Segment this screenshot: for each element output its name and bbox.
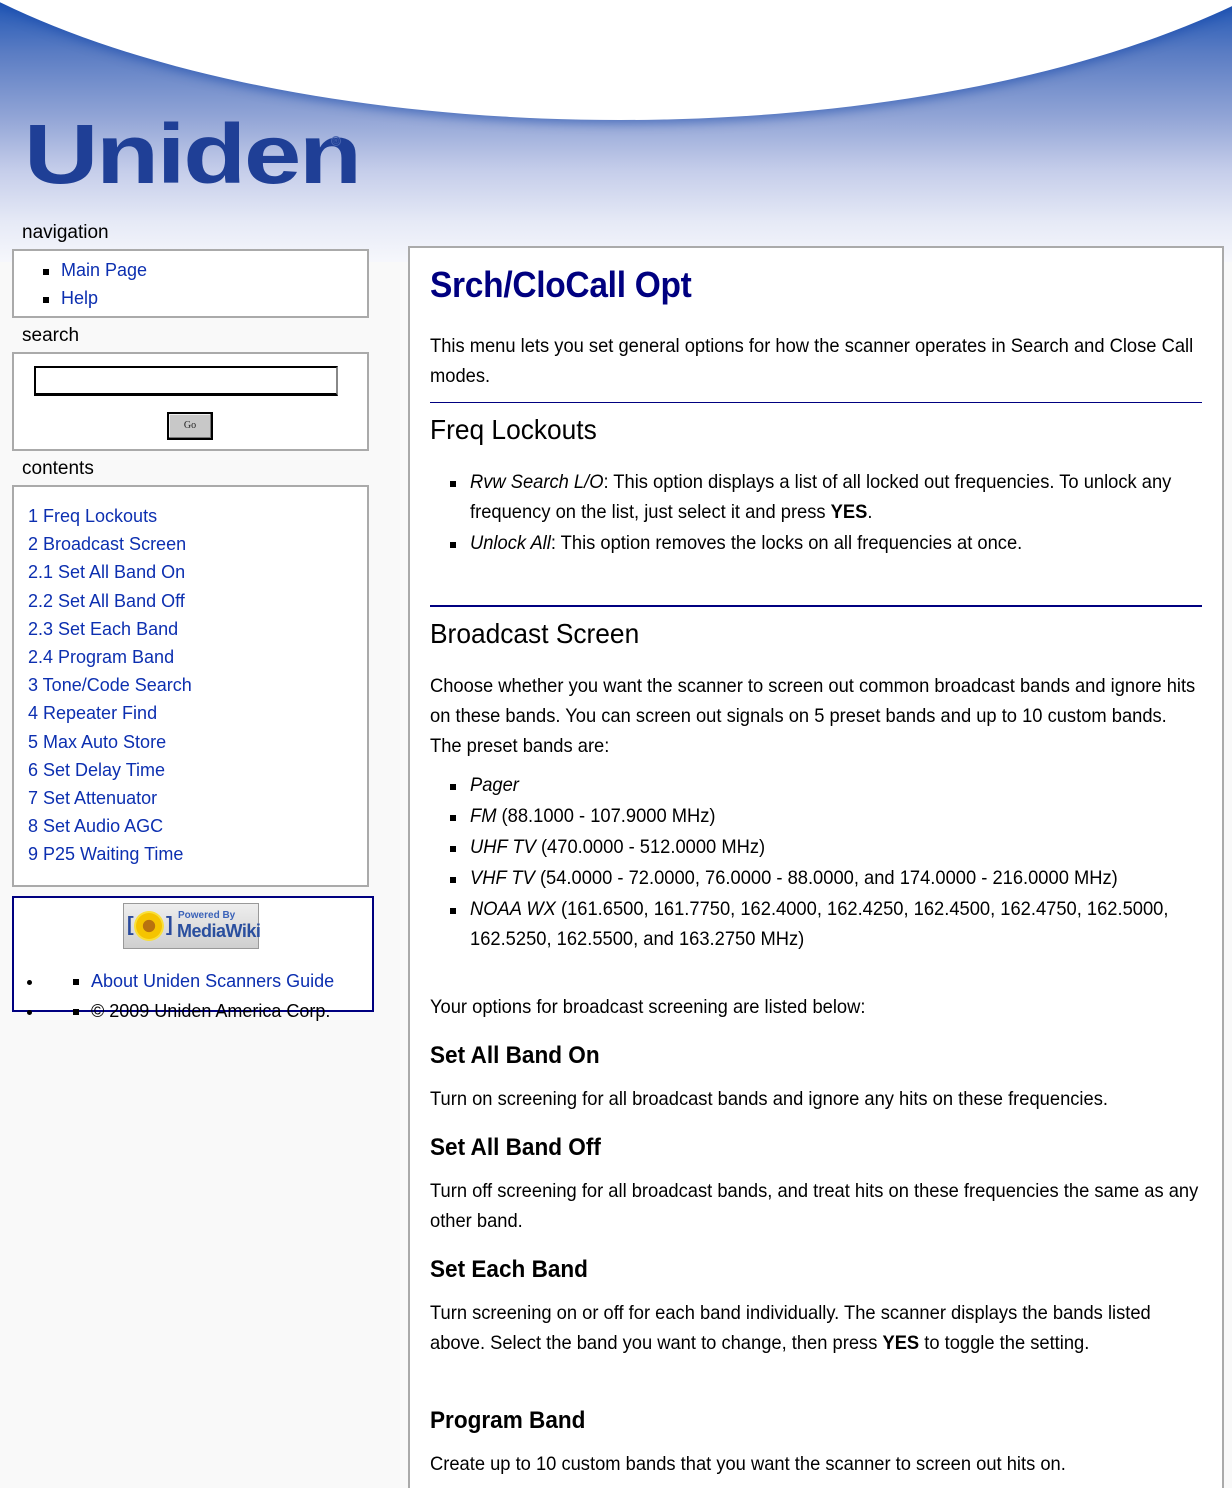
preset-bands-list: Pager FM (88.1000 - 107.9000 MHz) UHF TV…	[430, 770, 1202, 954]
toc-item: 9 P25 Waiting Time	[28, 840, 367, 868]
list-item: Rvw Search L/O: This option displays a l…	[430, 467, 1202, 527]
toc-item: 2 Broadcast Screen	[28, 530, 367, 558]
yes-key: YES	[882, 1332, 920, 1354]
toc-link-set-delay-time[interactable]: 6 Set Delay Time	[28, 760, 165, 780]
search-title: search	[22, 325, 80, 346]
badge-bracket-right: ]	[166, 914, 173, 936]
program-band-text: Create up to 10 custom bands that you wa…	[430, 1453, 1066, 1475]
content-area: Srch/CloCall Opt This menu lets you set …	[408, 246, 1224, 1488]
search-input[interactable]	[34, 366, 338, 396]
sunflower-icon	[134, 911, 164, 941]
nav-item-main-page: Main Page	[14, 256, 367, 284]
help-link[interactable]: Help	[61, 288, 98, 308]
toc-link-set-attenuator[interactable]: 7 Set Attenuator	[28, 788, 157, 808]
nav-item-help: Help	[14, 284, 367, 312]
set-each-band-text: Turn screening on or off for each band i…	[430, 1298, 1201, 1358]
toc-item: 7 Set Attenuator	[28, 784, 367, 812]
footer-item-about: About Uniden Scanners Guide	[44, 966, 404, 996]
broadcast-screen-heading: Broadcast Screen	[430, 618, 640, 649]
search-portlet: Go	[12, 352, 369, 451]
about-link[interactable]: About Uniden Scanners Guide	[91, 971, 334, 991]
band-item: NOAA WX (161.6500, 161.7750, 162.4000, 1…	[430, 894, 1202, 954]
copyright-text: © 2009 Uniden America Corp.	[91, 1001, 331, 1021]
toc-item: 5 Max Auto Store	[28, 728, 367, 756]
option-text: : This option removes the locks on all f…	[550, 532, 1023, 554]
section-divider	[430, 402, 1202, 403]
footer-portlet: [ ] Powered By MediaWiki About Uniden Sc…	[12, 896, 374, 1021]
set-all-band-off-heading: Set All Band Off	[430, 1134, 601, 1161]
contents-title: contents	[22, 458, 94, 479]
section-divider	[430, 605, 1202, 607]
intro-paragraph: This menu lets you set general options f…	[430, 335, 1194, 387]
contents-list: 1 Freq Lockouts 2 Broadcast Screen 2.1 S…	[14, 487, 367, 869]
set-all-band-on-heading: Set All Band On	[430, 1042, 600, 1069]
navigation-title: navigation	[22, 222, 109, 243]
toc-link-max-auto-store[interactable]: 5 Max Auto Store	[28, 732, 166, 752]
go-button[interactable]: Go	[167, 412, 213, 440]
toc-link-set-each-band[interactable]: 2.3 Set Each Band	[28, 619, 178, 639]
band-item: UHF TV (470.0000 - 512.0000 MHz)	[430, 832, 1202, 862]
band-name: NOAA WX	[470, 898, 556, 920]
list-item: Unlock All: This option removes the lock…	[430, 528, 1202, 558]
freq-lockouts-heading: Freq Lockouts	[430, 414, 597, 445]
broadcast-intro: Choose whether you want the scanner to s…	[430, 675, 1196, 757]
toc-item: 6 Set Delay Time	[28, 756, 367, 784]
band-item: Pager	[430, 770, 1202, 800]
header-swoosh	[0, 0, 1232, 120]
main-page-link[interactable]: Main Page	[61, 260, 147, 280]
toc-link-freq-lockouts[interactable]: 1 Freq Lockouts	[28, 506, 157, 526]
badge-powered-by: Powered By	[178, 910, 236, 921]
uniden-logo[interactable]: Uniden	[24, 112, 362, 197]
registered-mark: ®	[331, 136, 341, 146]
powered-by-mediawiki-badge[interactable]: [ ] Powered By MediaWiki	[123, 903, 261, 949]
page-title: Srch/CloCall Opt	[430, 264, 692, 305]
yes-key: YES	[830, 501, 868, 523]
navigation-list: Main Page Help	[14, 251, 367, 312]
band-item: VHF TV (54.0000 - 72.0000, 76.0000 - 88.…	[430, 863, 1202, 893]
set-each-text-b: to toggle the setting.	[919, 1332, 1090, 1354]
toc-item: 1 Freq Lockouts	[28, 502, 367, 530]
toc-link-p25-waiting-time[interactable]: 9 P25 Waiting Time	[28, 844, 183, 864]
footer-list: About Uniden Scanners Guide © 2009 Unide…	[4, 966, 404, 1026]
badge-bracket-left: [	[127, 914, 134, 936]
toc-item: 8 Set Audio AGC	[28, 812, 367, 840]
band-name: UHF TV	[470, 836, 536, 858]
toc-link-set-all-band-off[interactable]: 2.2 Set All Band Off	[28, 591, 185, 611]
toc-item: 2.1 Set All Band On	[28, 558, 367, 586]
band-name: VHF TV	[470, 867, 535, 889]
band-name: FM	[470, 805, 497, 827]
band-range: (88.1000 - 107.9000 MHz)	[496, 805, 716, 827]
option-term: Rvw Search L/O	[470, 471, 604, 493]
program-band-heading: Program Band	[430, 1407, 586, 1434]
navigation-portlet: Main Page Help	[12, 249, 369, 318]
toc-link-broadcast-screen[interactable]: 2 Broadcast Screen	[28, 534, 186, 554]
toc-item: 2.4 Program Band	[28, 643, 367, 671]
band-name: Pager	[470, 774, 519, 796]
toc-item: 4 Repeater Find	[28, 699, 367, 727]
toc-link-set-audio-agc[interactable]: 8 Set Audio AGC	[28, 816, 163, 836]
options-intro: Your options for broadcast screening are…	[430, 996, 866, 1018]
toc-link-repeater-find[interactable]: 4 Repeater Find	[28, 703, 157, 723]
toc-item: 2.2 Set All Band Off	[28, 587, 367, 615]
toc-link-program-band[interactable]: 2.4 Program Band	[28, 647, 174, 667]
band-range: (470.0000 - 512.0000 MHz)	[535, 836, 766, 858]
band-item: FM (88.1000 - 107.9000 MHz)	[430, 801, 1202, 831]
badge-mediawiki: MediaWiki	[177, 921, 261, 941]
toc-link-set-all-band-on[interactable]: 2.1 Set All Band On	[28, 562, 185, 582]
toc-item: 3 Tone/Code Search	[28, 671, 367, 699]
toc-item: 2.3 Set Each Band	[28, 615, 367, 643]
contents-portlet: 1 Freq Lockouts 2 Broadcast Screen 2.1 S…	[12, 485, 369, 887]
band-range: (54.0000 - 72.0000, 76.0000 - 88.0000, a…	[534, 867, 1118, 889]
set-all-band-on-text: Turn on screening for all broadcast band…	[430, 1088, 1108, 1110]
set-each-band-heading: Set Each Band	[430, 1256, 588, 1283]
option-term: Unlock All	[470, 532, 551, 554]
band-range: (161.6500, 161.7750, 162.4000, 162.4250,…	[470, 898, 1169, 950]
freq-lockouts-list: Rvw Search L/O: This option displays a l…	[430, 467, 1202, 558]
footer-item-copyright: © 2009 Uniden America Corp.	[44, 996, 404, 1026]
option-text-end: .	[867, 501, 873, 523]
toc-link-tone-code-search[interactable]: 3 Tone/Code Search	[28, 675, 192, 695]
set-all-band-off-text: Turn off screening for all broadcast ban…	[430, 1180, 1199, 1232]
